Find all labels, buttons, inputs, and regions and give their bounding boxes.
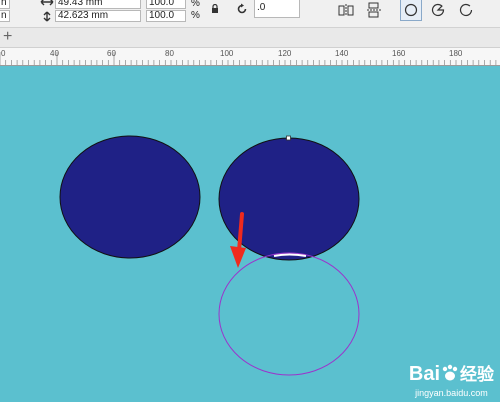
mirror-vertical-icon <box>366 2 382 18</box>
property-bar: n n 49.43 mm 42.623 mm 100.0 100.0 % % .… <box>0 0 500 28</box>
mirror-horizontal-icon <box>338 3 354 17</box>
baidu-jingyan-watermark: Bai 经验 jingyan.baidu.com <box>409 363 494 398</box>
percent-x-label: % <box>191 0 200 9</box>
mirror-vertical-button[interactable] <box>364 0 384 20</box>
ellipse-icon <box>404 3 418 17</box>
watermark-brand-suffix: 经验 <box>460 365 494 384</box>
watermark-url: jingyan.baidu.com <box>415 388 488 398</box>
object-height-field[interactable]: 42.623 mm <box>55 10 141 22</box>
scale-y-field[interactable]: 100.0 <box>146 10 186 22</box>
mirror-horizontal-button[interactable] <box>336 0 356 20</box>
ruler-label: 60 <box>107 49 116 58</box>
selection-node-handle[interactable] <box>286 135 291 141</box>
pie-icon <box>431 3 445 17</box>
ruler-label: 80 <box>165 49 174 58</box>
lock-icon[interactable] <box>210 3 220 13</box>
height-arrows-icon <box>40 11 54 22</box>
y-position-field[interactable]: n <box>0 10 10 22</box>
ruler-label: 120 <box>278 49 292 58</box>
ruler-label: 160 <box>392 49 406 58</box>
x-position-field[interactable]: n <box>0 0 10 9</box>
scale-x-value: 100.0 <box>149 0 175 8</box>
ruler-ticks <box>0 52 497 65</box>
ruler-label: 100 <box>220 49 234 58</box>
x-unit-text: n <box>1 0 7 8</box>
ruler-label: 140 <box>335 49 349 58</box>
document-tab-bar: + <box>0 28 500 48</box>
object-width-value: 49.43 mm <box>58 0 103 8</box>
percent-y-label: % <box>191 10 200 21</box>
arc-mode-button[interactable] <box>456 0 476 20</box>
rotation-angle-field[interactable]: .0 <box>254 0 300 18</box>
object-width-field[interactable]: 49.43 mm <box>55 0 141 9</box>
left-filled-ellipse[interactable] <box>59 135 201 259</box>
ruler-label: 0 <box>1 49 6 58</box>
pie-mode-button[interactable] <box>428 0 448 20</box>
outlined-ellipse[interactable] <box>218 252 360 376</box>
watermark-brand: Bai <box>408 363 440 385</box>
horizontal-ruler[interactable]: 0 40 60 80 100 120 140 160 180 <box>0 48 500 66</box>
ruler-label: 180 <box>449 49 463 58</box>
scale-x-field[interactable]: 100.0 <box>146 0 186 9</box>
object-height-value: 42.623 mm <box>58 10 109 21</box>
ruler-label: 40 <box>50 49 59 58</box>
arc-icon <box>459 3 473 17</box>
width-arrows-icon <box>40 0 54 7</box>
paw-icon <box>440 363 460 388</box>
rotation-angle-value: .0 <box>257 2 266 13</box>
drawing-canvas[interactable]: Bai 经验 jingyan.baidu.com <box>0 66 500 402</box>
rotate-icon <box>235 2 249 16</box>
y-unit-text: n <box>1 10 7 21</box>
ellipse-mode-button[interactable] <box>400 0 422 21</box>
scale-y-value: 100.0 <box>149 10 175 21</box>
add-document-button[interactable]: + <box>3 28 12 45</box>
